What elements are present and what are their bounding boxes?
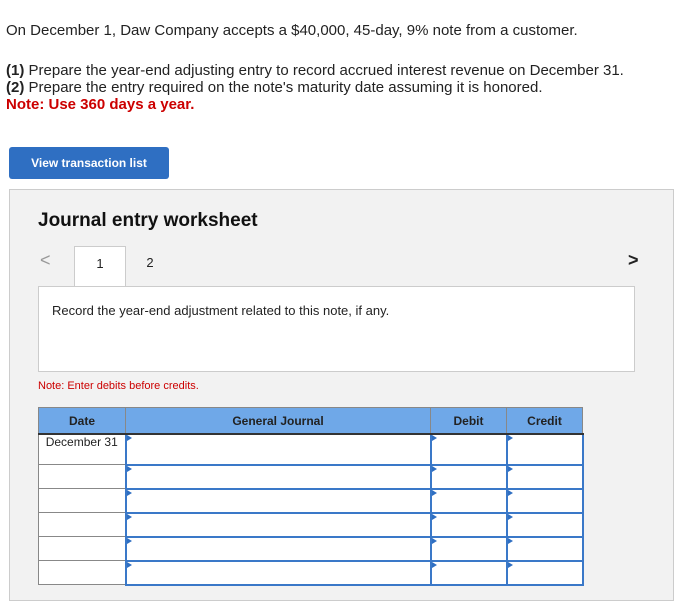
- chevron-left-icon[interactable]: <: [40, 250, 51, 271]
- credit-input[interactable]: [505, 511, 584, 538]
- tab-2[interactable]: 2: [125, 246, 175, 286]
- journal-table: Date General Journal Debit Credit Decemb…: [38, 407, 584, 586]
- date-cell: [38, 536, 126, 561]
- credit-input[interactable]: [505, 463, 584, 490]
- instruction-box: Record the year-end adjustment related t…: [38, 286, 635, 372]
- account-input[interactable]: [124, 535, 432, 562]
- credit-input[interactable]: [505, 487, 584, 514]
- header-general-journal: General Journal: [125, 407, 431, 435]
- question-part-2: (2) Prepare the entry required on the no…: [6, 79, 543, 96]
- header-debit: Debit: [430, 407, 507, 435]
- account-input[interactable]: [124, 511, 432, 538]
- debit-input[interactable]: [429, 559, 508, 586]
- date-cell: [38, 464, 126, 489]
- tab-1[interactable]: 1: [74, 246, 126, 287]
- view-transaction-list-button[interactable]: View transaction list: [9, 147, 169, 179]
- date-cell: [38, 488, 126, 513]
- table-row: [38, 535, 584, 562]
- credit-input[interactable]: [505, 535, 584, 562]
- account-input[interactable]: [124, 433, 432, 466]
- account-input[interactable]: [124, 559, 432, 586]
- worksheet-title: Journal entry worksheet: [38, 210, 258, 231]
- table-row: [38, 487, 584, 514]
- credit-input[interactable]: [505, 433, 584, 466]
- chevron-right-icon[interactable]: >: [628, 250, 639, 271]
- debit-input[interactable]: [429, 463, 508, 490]
- debit-input[interactable]: [429, 433, 508, 466]
- header-credit: Credit: [506, 407, 583, 435]
- question-part-1: (1) Prepare the year-end adjusting entry…: [6, 62, 624, 79]
- table-row: [38, 463, 584, 490]
- entry-note: Note: Enter debits before credits.: [38, 380, 199, 392]
- header-date: Date: [38, 407, 126, 435]
- credit-input[interactable]: [505, 559, 584, 586]
- debit-input[interactable]: [429, 511, 508, 538]
- table-row: [38, 511, 584, 538]
- table-row: [38, 559, 584, 586]
- debit-input[interactable]: [429, 535, 508, 562]
- journal-entry-worksheet: Journal entry worksheet < 1 2 > Record t…: [9, 189, 674, 601]
- question-intro: On December 1, Daw Company accepts a $40…: [6, 22, 578, 39]
- table-row: December 31: [38, 433, 584, 466]
- instruction-text: Record the year-end adjustment related t…: [52, 303, 390, 318]
- debit-input[interactable]: [429, 487, 508, 514]
- account-input[interactable]: [124, 487, 432, 514]
- account-input[interactable]: [124, 463, 432, 490]
- date-cell: [38, 512, 126, 537]
- question-note: Note: Use 360 days a year.: [6, 96, 195, 113]
- date-cell: [38, 560, 126, 585]
- date-cell: December 31: [38, 433, 126, 465]
